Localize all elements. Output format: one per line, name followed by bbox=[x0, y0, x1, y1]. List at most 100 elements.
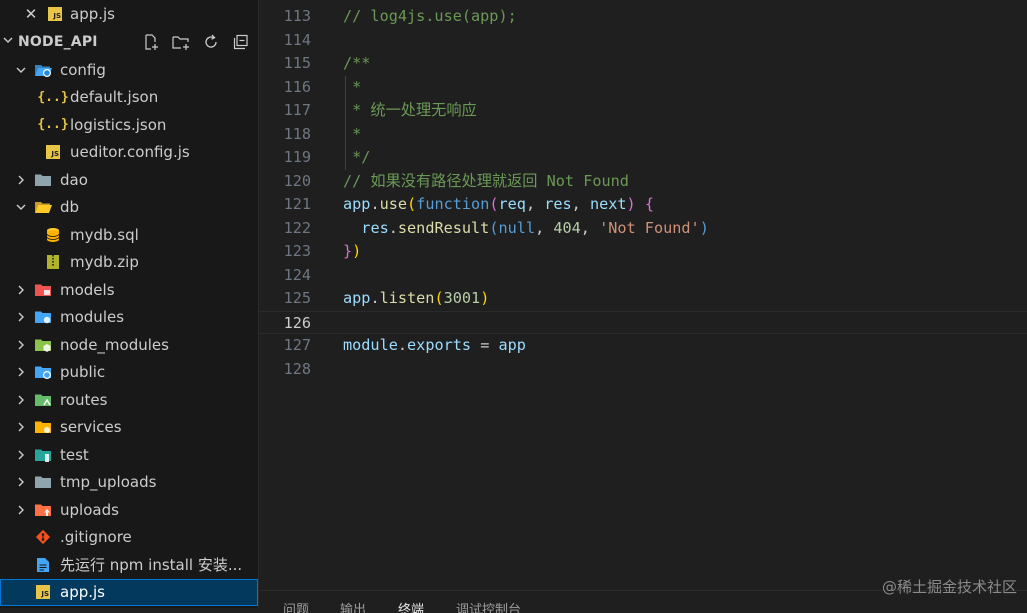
tree-folder[interactable]: config bbox=[0, 56, 258, 84]
tree-file[interactable]: .gitignore bbox=[0, 524, 258, 552]
zip-icon bbox=[44, 253, 62, 271]
tree-folder[interactable]: tmp_uploads bbox=[0, 469, 258, 497]
code-text: app.use(function(req, res, next) { bbox=[343, 193, 654, 217]
explorer-section-header[interactable]: NODE_API bbox=[0, 30, 258, 54]
collapse-all-icon[interactable] bbox=[230, 31, 252, 53]
code-line[interactable]: 115 /** bbox=[259, 52, 1027, 76]
code-token: ) bbox=[480, 289, 490, 307]
explorer-sidebar: ✕ JS app.js NODE_API config {..} default.j… bbox=[0, 0, 259, 608]
tree-file[interactable]: {..} logistics.json bbox=[0, 111, 258, 139]
chevron-down-icon bbox=[14, 201, 28, 213]
code-token: listen bbox=[379, 289, 435, 307]
close-icon[interactable]: ✕ bbox=[24, 5, 38, 23]
code-line[interactable]: 125 app.listen(3001) bbox=[259, 287, 1027, 311]
tree-folder[interactable]: db bbox=[0, 194, 258, 222]
code-line[interactable]: 122 res.sendResult(null, 404, 'Not Found… bbox=[259, 217, 1027, 241]
code-line[interactable]: 116 * bbox=[259, 76, 1027, 100]
code-token: . bbox=[397, 336, 408, 354]
tree-item-label: app.js bbox=[60, 583, 105, 602]
chevron-right-icon bbox=[14, 476, 28, 488]
js-icon: JS bbox=[44, 143, 62, 161]
tree-item-label: ueditor.config.js bbox=[70, 143, 190, 162]
tree-folder[interactable]: uploads bbox=[0, 496, 258, 524]
code-line[interactable]: 121 app.use(function(req, res, next) { bbox=[259, 193, 1027, 217]
tree-folder[interactable]: node_modules bbox=[0, 331, 258, 359]
indent-guide bbox=[345, 75, 346, 170]
code-line[interactable]: 128 bbox=[259, 358, 1027, 382]
code-token: req bbox=[498, 195, 526, 213]
chevron-right-icon bbox=[14, 504, 28, 516]
code-token: // 如果没有路径处理就返回 Not Found bbox=[343, 171, 629, 190]
tree-folder[interactable]: services bbox=[0, 414, 258, 442]
line-number: 118 bbox=[283, 124, 311, 143]
code-token: ) bbox=[699, 218, 709, 237]
code-line[interactable]: 127 module.exports = app bbox=[259, 334, 1027, 358]
chevron-right-icon bbox=[14, 339, 28, 351]
code-token: // log4js.use(app); bbox=[343, 7, 517, 25]
code-line[interactable]: 126 bbox=[259, 310, 1027, 334]
code-token: exports bbox=[407, 336, 472, 354]
refresh-icon[interactable] bbox=[200, 31, 222, 53]
folder-routes-icon bbox=[34, 391, 52, 409]
code-token: res bbox=[361, 218, 389, 237]
chevron-right-icon bbox=[14, 284, 28, 296]
chevron-right-icon bbox=[14, 174, 28, 186]
database-icon bbox=[44, 226, 62, 244]
tree-folder[interactable]: public bbox=[0, 359, 258, 387]
code-token: ( bbox=[407, 195, 417, 213]
tree-folder[interactable]: models bbox=[0, 276, 258, 304]
tree-file[interactable]: {..} default.json bbox=[0, 84, 258, 112]
code-line[interactable]: 123}) bbox=[259, 240, 1027, 264]
tree-file[interactable]: mydb.zip bbox=[0, 249, 258, 277]
tree-folder[interactable]: routes bbox=[0, 386, 258, 414]
code-line[interactable]: 118 * bbox=[259, 123, 1027, 147]
tree-folder[interactable]: modules bbox=[0, 304, 258, 332]
new-folder-icon[interactable] bbox=[170, 31, 192, 53]
tree-folder[interactable]: test bbox=[0, 441, 258, 469]
tree-item-label: models bbox=[60, 280, 115, 299]
tree-file[interactable]: JS ueditor.config.js bbox=[0, 139, 258, 167]
code-token: 3001 bbox=[443, 289, 481, 307]
code-line[interactable]: 114 bbox=[259, 29, 1027, 53]
code-line[interactable]: 120 // 如果没有路径处理就返回 Not Found bbox=[259, 170, 1027, 194]
code-token: ) bbox=[626, 195, 636, 213]
code-token: null bbox=[498, 218, 536, 237]
code-text: res.sendResult(null, 404, 'Not Found') bbox=[343, 217, 709, 241]
folder-uploads-icon bbox=[34, 501, 52, 519]
panel-tab[interactable]: 输出 bbox=[340, 599, 366, 613]
line-number: 119 bbox=[283, 148, 311, 166]
code-line[interactable]: 119 */ bbox=[259, 146, 1027, 170]
line-number: 123 bbox=[283, 242, 311, 260]
code-text: /** bbox=[343, 52, 370, 76]
line-number: 113 bbox=[283, 7, 311, 25]
panel-tab[interactable]: 问题 bbox=[283, 599, 309, 613]
folder-config-icon bbox=[34, 61, 52, 79]
code-token: ( bbox=[434, 289, 444, 307]
tree-file[interactable]: JS app.js bbox=[0, 578, 258, 606]
code-line[interactable]: 117 * 统一处理无响应 bbox=[259, 99, 1027, 123]
panel-tab[interactable]: 终端 bbox=[398, 599, 424, 613]
code-token: , bbox=[535, 218, 554, 237]
line-number: 117 bbox=[283, 101, 311, 119]
line-number: 122 bbox=[283, 218, 311, 237]
line-number: 116 bbox=[283, 77, 311, 96]
tree-item-label: test bbox=[60, 445, 89, 464]
code-editor[interactable]: 113 // log4js.use(app); 114 115 /** 116 * 117 … bbox=[259, 0, 1027, 590]
tree-item-label: .gitignore bbox=[60, 528, 132, 547]
panel-tab[interactable]: 调试控制台 bbox=[456, 599, 521, 613]
tree-folder[interactable]: dao bbox=[0, 166, 258, 194]
code-token: * 统一处理无响应 bbox=[343, 101, 477, 119]
line-number: 126 bbox=[283, 313, 311, 332]
code-line[interactable]: 113 // log4js.use(app); bbox=[259, 5, 1027, 29]
code-text: */ bbox=[343, 146, 370, 170]
tree-file[interactable]: 先运行 npm install 安装... bbox=[0, 551, 258, 579]
code-line[interactable]: 124 bbox=[259, 264, 1027, 288]
line-number: 124 bbox=[283, 265, 311, 284]
open-editor-item[interactable]: ✕ JS app.js bbox=[0, 0, 258, 27]
code-token: function bbox=[416, 195, 490, 213]
code-text: module.exports = app bbox=[343, 334, 526, 358]
new-file-icon[interactable] bbox=[140, 31, 162, 53]
tree-file[interactable]: mydb.sql bbox=[0, 221, 258, 249]
code-text: }) bbox=[343, 240, 361, 264]
